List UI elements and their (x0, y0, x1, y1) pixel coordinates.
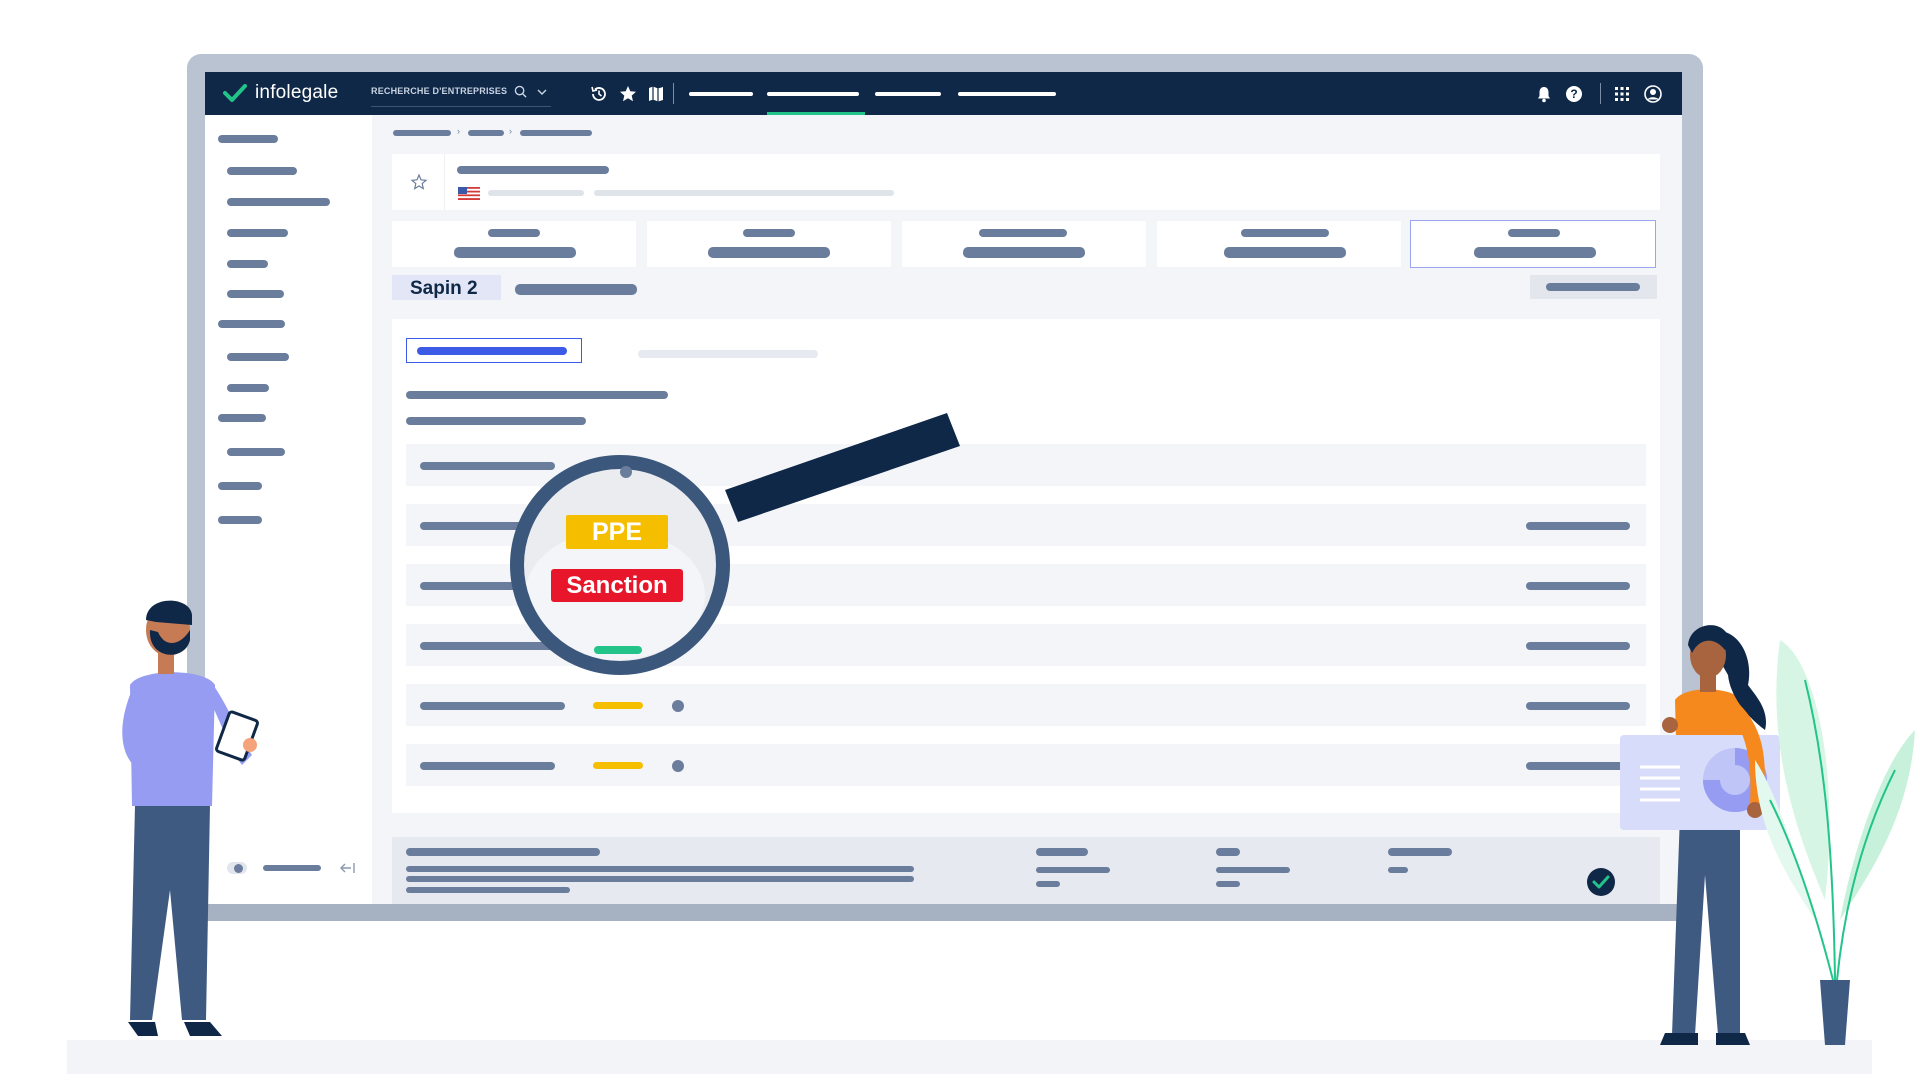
sidebar-item[interactable] (227, 384, 269, 392)
search-input[interactable]: RECHERCHE D'ENTREPRISES (371, 86, 507, 96)
status-indicator-yellow (593, 702, 643, 709)
bell-icon[interactable] (1535, 85, 1553, 103)
nav-link-1[interactable] (689, 92, 753, 96)
us-flag-icon (458, 187, 480, 200)
sidebar-item[interactable] (227, 198, 330, 206)
collapse-arrow-icon[interactable] (339, 861, 355, 875)
brand-logo-text[interactable]: infolegale (255, 82, 338, 104)
nav-divider (1600, 83, 1601, 104)
company-header-card (392, 154, 1660, 210)
breadcrumb-separator: › (509, 126, 512, 136)
summary-footer (392, 837, 1660, 904)
card-divider (444, 154, 445, 210)
chevron-down-icon[interactable] (537, 87, 547, 97)
kpi-card-4[interactable] (1157, 221, 1401, 267)
sidebar-item[interactable] (227, 260, 268, 268)
sidebar-section-heading (218, 135, 278, 143)
sidebar-item[interactable] (227, 229, 288, 237)
table-row[interactable] (406, 684, 1646, 726)
panel-description-line (406, 391, 668, 399)
company-search[interactable]: RECHERCHE D'ENTREPRISES (371, 80, 551, 107)
status-indicator-green (594, 646, 642, 654)
logo-check-icon (223, 84, 247, 102)
plant-illustration (1755, 640, 1915, 1045)
history-icon[interactable] (590, 85, 608, 103)
breadcrumb-item[interactable] (393, 130, 451, 136)
sanction-label: Sanction (566, 572, 668, 599)
nav-link-4[interactable] (958, 92, 1056, 96)
company-address (594, 190, 894, 196)
sidebar-toggle-label (263, 865, 321, 871)
breadcrumb-item (520, 130, 592, 136)
sidebar-section-heading (218, 320, 285, 328)
tab-inactive[interactable] (638, 350, 818, 358)
sidebar-item[interactable] (218, 482, 262, 490)
search-icon[interactable] (514, 85, 527, 98)
table-row[interactable] (406, 744, 1646, 786)
ppe-label: PPE (591, 518, 643, 546)
section-title: Sapin 2 (410, 278, 478, 299)
status-indicator-yellow (593, 762, 643, 769)
apps-grid-icon[interactable] (1613, 85, 1631, 103)
top-navbar: infolegale RECHERCHE D'ENTREPRISES ? (205, 72, 1682, 115)
nav-divider (673, 83, 674, 104)
map-icon[interactable] (647, 85, 665, 103)
kpi-card-2[interactable] (647, 221, 891, 267)
section-title-badge: Sapin 2 (392, 275, 501, 300)
sidebar-item[interactable] (227, 353, 289, 361)
nav-active-indicator (767, 112, 865, 115)
breadcrumb-separator: › (457, 126, 460, 136)
nav-link-2[interactable] (767, 92, 859, 96)
help-icon[interactable]: ? (1565, 85, 1583, 103)
sidebar-item[interactable] (218, 516, 262, 524)
breadcrumb-item[interactable] (468, 130, 504, 136)
sidebar-item[interactable] (227, 290, 284, 298)
favorite-star-icon[interactable] (410, 173, 428, 191)
tab-active[interactable] (406, 338, 582, 363)
kpi-card-3[interactable] (902, 221, 1146, 267)
sidebar-section-heading (218, 414, 266, 422)
magnifying-glass-illustration (510, 413, 960, 675)
company-name (457, 166, 609, 174)
sanction-badge: Sanction (551, 569, 683, 602)
svg-text:?: ? (1570, 87, 1577, 101)
man-with-clipboard-illustration (122, 600, 259, 1036)
action-button[interactable] (1530, 275, 1657, 299)
company-meta (488, 190, 584, 196)
star-icon[interactable] (619, 85, 637, 103)
breadcrumb: › › (393, 126, 593, 140)
user-icon[interactable] (1644, 85, 1662, 103)
section-subtitle (515, 284, 637, 295)
sidebar-item[interactable] (227, 167, 297, 175)
sidebar-item[interactable] (227, 448, 285, 456)
kpi-card-1[interactable] (392, 221, 636, 267)
monitor-bezel-bottom (205, 903, 1682, 921)
kpi-card-5-selected[interactable] (1410, 220, 1656, 268)
floor (67, 1040, 1872, 1074)
ppe-badge: PPE (566, 515, 668, 549)
nav-link-3[interactable] (875, 92, 941, 96)
